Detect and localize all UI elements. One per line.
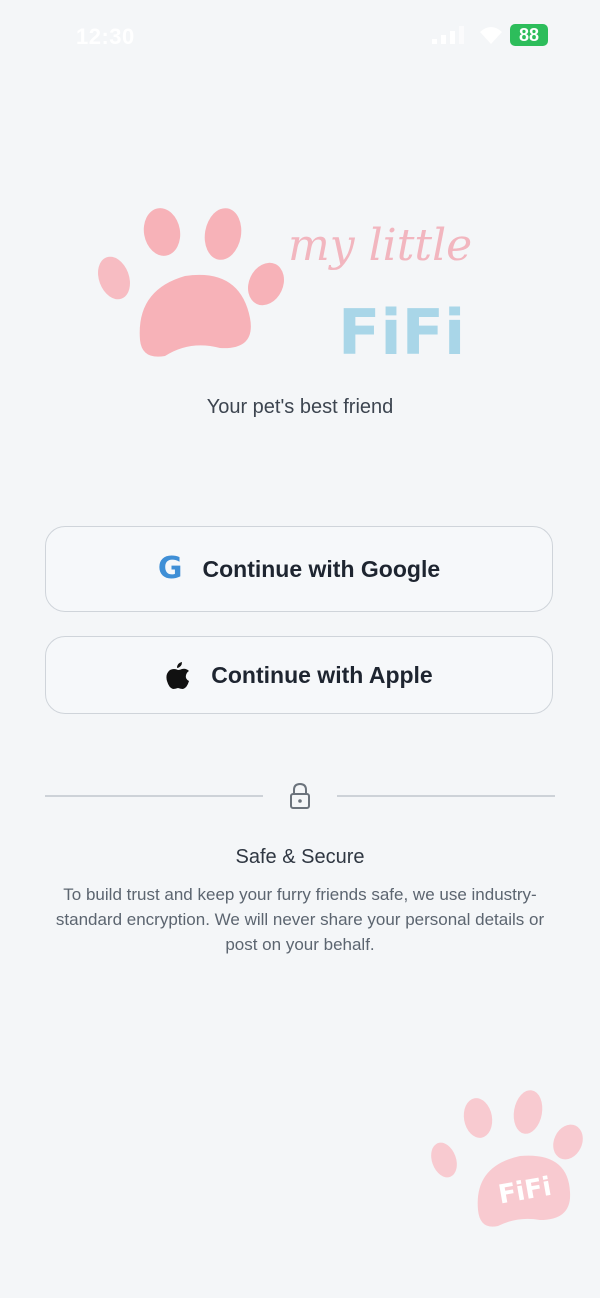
google-icon: G bbox=[157, 551, 183, 586]
apple-icon bbox=[166, 662, 190, 689]
wifi-icon bbox=[480, 27, 502, 44]
logo-line1: my little bbox=[288, 220, 472, 271]
signal-icon bbox=[432, 26, 464, 44]
divider-right bbox=[337, 795, 555, 797]
continue-with-apple-button[interactable]: Continue with Apple bbox=[45, 636, 553, 714]
tagline: Your pet's best friend bbox=[206, 396, 394, 418]
battery-indicator: 88 bbox=[510, 24, 548, 46]
status-time: 12:30 bbox=[76, 24, 135, 49]
paw-logo-icon bbox=[98, 208, 284, 357]
apple-button-label: Continue with Apple bbox=[211, 661, 433, 688]
status-bar: 12:30 88 bbox=[0, 0, 600, 72]
lock-icon bbox=[290, 782, 310, 809]
secure-title: Safe & Secure bbox=[235, 846, 365, 868]
logo-line2: FiFi bbox=[338, 296, 465, 369]
corner-paw-icon: FiFi bbox=[431, 1090, 583, 1227]
app-logo: my little FiFi bbox=[98, 208, 472, 369]
secure-description: To build trust and keep your furry frien… bbox=[55, 885, 545, 954]
continue-with-google-button[interactable]: G Continue with Google bbox=[45, 526, 553, 612]
google-button-label: Continue with Google bbox=[202, 555, 441, 582]
divider-left bbox=[45, 795, 263, 797]
login-screen: 12:30 88 my little FiFi Your pet's best … bbox=[0, 0, 600, 1298]
